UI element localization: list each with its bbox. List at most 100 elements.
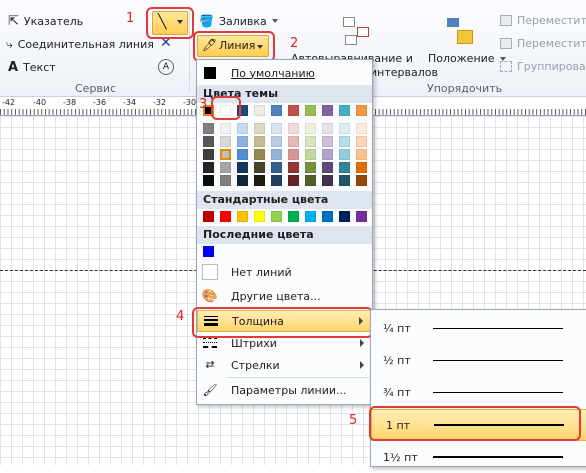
color-swatch[interactable] (305, 175, 316, 186)
menu-no-line[interactable]: Нет линий (197, 261, 372, 283)
color-swatch[interactable] (271, 175, 282, 186)
color-swatch[interactable] (305, 136, 316, 147)
color-swatch[interactable] (322, 105, 333, 116)
weight-sample-line (433, 456, 563, 458)
color-swatch[interactable] (288, 136, 299, 147)
weight-option-three-quarter[interactable]: ¾ пт (371, 376, 586, 408)
color-swatch[interactable] (288, 123, 299, 134)
color-swatch[interactable] (339, 105, 350, 116)
color-swatch[interactable] (254, 136, 265, 147)
color-swatch[interactable] (203, 162, 214, 173)
step-3-highlight (211, 96, 241, 120)
color-swatch[interactable] (339, 211, 350, 222)
color-swatch[interactable] (271, 136, 282, 147)
color-swatch[interactable] (237, 149, 248, 160)
color-swatch[interactable] (339, 162, 350, 173)
color-swatch[interactable] (339, 149, 350, 160)
color-swatch[interactable] (220, 136, 231, 147)
color-swatch[interactable] (288, 175, 299, 186)
color-swatch[interactable] (254, 162, 265, 173)
color-swatch[interactable] (220, 149, 231, 160)
color-swatch[interactable] (305, 211, 316, 222)
weight-option-quarter[interactable]: ¼ пт (371, 312, 586, 344)
color-swatch[interactable] (271, 162, 282, 173)
color-swatch[interactable] (356, 105, 367, 116)
text-block-icon[interactable]: A (158, 59, 174, 75)
send-backward-button[interactable]: Переместить (500, 37, 586, 50)
color-swatch[interactable] (305, 149, 316, 160)
color-swatch[interactable] (339, 175, 350, 186)
color-swatch[interactable] (203, 246, 214, 257)
color-swatch[interactable] (322, 136, 333, 147)
color-swatch[interactable] (237, 211, 248, 222)
submenu-arrow-icon (360, 339, 364, 347)
fill-button[interactable]: 🪣 Заливка (199, 14, 278, 28)
color-swatch[interactable] (237, 136, 248, 147)
color-swatch[interactable] (305, 105, 316, 116)
color-swatch[interactable] (220, 211, 231, 222)
color-swatch[interactable] (356, 162, 367, 173)
weight-option-half[interactable]: ½ пт (371, 344, 586, 376)
color-swatch[interactable] (339, 136, 350, 147)
color-swatch[interactable] (356, 136, 367, 147)
color-swatch[interactable] (220, 162, 231, 173)
color-swatch[interactable] (203, 123, 214, 134)
color-swatch[interactable] (322, 149, 333, 160)
weight-sample-line (433, 392, 563, 393)
color-swatch[interactable] (288, 149, 299, 160)
color-swatch[interactable] (322, 175, 333, 186)
color-swatch[interactable] (254, 105, 265, 116)
position-button[interactable]: Положение (428, 52, 506, 65)
color-swatch[interactable] (305, 123, 316, 134)
group-button[interactable]: Группировать (500, 60, 586, 73)
step-2: 2 (290, 36, 299, 51)
connector-tool[interactable]: ⤷ Соединительная линия (6, 37, 154, 52)
color-swatch[interactable] (271, 211, 282, 222)
color-swatch[interactable] (203, 136, 214, 147)
menu-line-options[interactable]: 🖌 Параметры линии... (197, 379, 372, 401)
step-1-highlight (146, 7, 194, 39)
color-swatch[interactable] (203, 211, 214, 222)
auto-align-icon[interactable] (343, 17, 369, 45)
color-swatch[interactable] (288, 162, 299, 173)
color-swatch[interactable] (220, 123, 231, 134)
color-swatch[interactable] (237, 175, 248, 186)
menu-more-colors[interactable]: 🎨 Другие цвета... (197, 285, 372, 307)
weight-option-1-5pt[interactable]: 1½ пт (371, 441, 586, 473)
ruler-label: -38 (63, 98, 77, 107)
step-1: 1 (126, 11, 135, 26)
menu-default-color[interactable]: По умолчанию (197, 62, 372, 84)
menu-arrows[interactable]: ⇄ Стрелки (197, 354, 372, 376)
send-backward-icon (500, 38, 512, 49)
text-tool[interactable]: A Текст (8, 60, 56, 75)
color-swatch[interactable] (203, 175, 214, 186)
color-swatch[interactable] (322, 211, 333, 222)
color-swatch[interactable] (288, 211, 299, 222)
group-label-arrange: Упорядочить (427, 82, 503, 95)
color-swatch[interactable] (254, 211, 265, 222)
color-swatch[interactable] (271, 105, 282, 116)
color-swatch[interactable] (237, 162, 248, 173)
color-swatch[interactable] (339, 123, 350, 134)
color-swatch[interactable] (203, 149, 214, 160)
pointer-tool[interactable]: ⇱ Указатель (8, 14, 83, 29)
bring-forward-button[interactable]: Переместить (500, 14, 586, 27)
color-swatch[interactable] (305, 162, 316, 173)
color-swatch[interactable] (356, 149, 367, 160)
color-swatch[interactable] (254, 123, 265, 134)
step-5: 5 (349, 413, 358, 428)
color-swatch[interactable] (220, 175, 231, 186)
color-swatch[interactable] (271, 123, 282, 134)
position-icon[interactable] (447, 18, 473, 44)
color-swatch[interactable] (271, 149, 282, 160)
color-swatch[interactable] (237, 123, 248, 134)
color-swatch[interactable] (322, 123, 333, 134)
color-swatch[interactable] (322, 162, 333, 173)
color-swatch[interactable] (356, 123, 367, 134)
line-options-icon: 🖌 (202, 383, 218, 397)
color-swatch[interactable] (288, 105, 299, 116)
color-swatch[interactable] (356, 211, 367, 222)
color-swatch[interactable] (356, 175, 367, 186)
color-swatch[interactable] (254, 149, 265, 160)
color-swatch[interactable] (254, 175, 265, 186)
